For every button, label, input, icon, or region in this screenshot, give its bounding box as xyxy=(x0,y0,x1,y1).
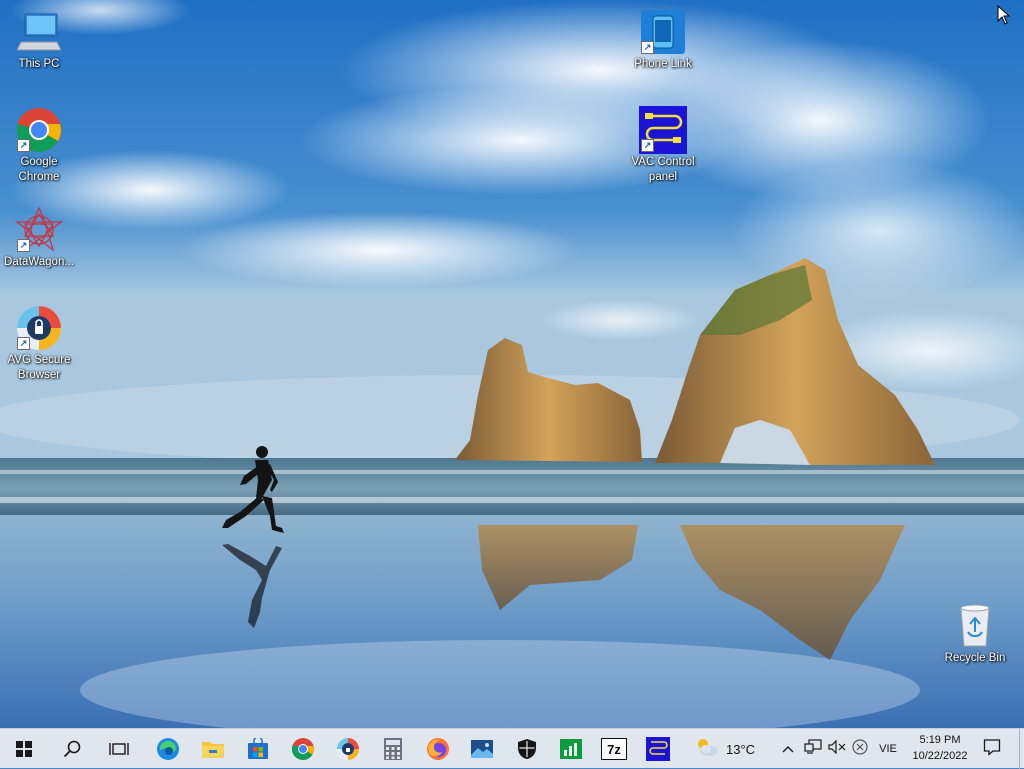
notification-status-button[interactable] xyxy=(849,729,871,769)
taskbar-firefox[interactable] xyxy=(416,729,460,769)
photos-icon xyxy=(470,739,494,759)
clock-time: 5:19 PM xyxy=(919,734,961,746)
chrome-icon: ↗ xyxy=(15,106,63,154)
partly-cloudy-icon xyxy=(694,736,720,763)
file-explorer-icon xyxy=(201,738,225,760)
desktop-icon-label: AVG Secure Browser xyxy=(7,354,71,381)
recycle-bin-icon xyxy=(951,602,999,650)
desktop-icon-vac-control-panel[interactable]: ↗ VAC Control panel xyxy=(624,106,702,185)
7zip-icon: 7z xyxy=(601,738,627,760)
action-center-button[interactable] xyxy=(980,729,1004,769)
microsoft-store-icon xyxy=(247,738,269,760)
clock[interactable]: 5:19 PM 10/22/2022 xyxy=(902,732,978,764)
datawagon-icon: ↗ xyxy=(15,206,63,254)
phone-link-icon: ↗ xyxy=(639,8,687,56)
search-button[interactable] xyxy=(50,729,94,769)
mouse-pointer-icon xyxy=(997,4,1011,30)
calculator-icon xyxy=(383,737,403,761)
taskbar: 7z 13°C VIE 5:19 PM 10/22/2022 xyxy=(0,728,1024,769)
taskbar-calculator[interactable] xyxy=(371,729,415,769)
shortcut-arrow-icon: ↗ xyxy=(17,139,30,152)
desktop-icon-phone-link[interactable]: ↗ Phone Link xyxy=(624,8,702,72)
network-ethernet-icon xyxy=(804,738,822,760)
volume-button[interactable] xyxy=(826,729,848,769)
security-shield-icon xyxy=(517,738,537,760)
task-view-button[interactable] xyxy=(97,729,141,769)
taskbar-avg-secure-browser[interactable] xyxy=(326,729,370,769)
desktop-icon-label: Phone Link xyxy=(634,58,692,70)
network-status-button[interactable] xyxy=(801,729,825,769)
desktop-wallpaper xyxy=(0,0,1024,728)
start-button[interactable] xyxy=(2,729,46,769)
chevron-up-icon xyxy=(782,740,794,758)
desktop-icon-recycle-bin[interactable]: Recycle Bin xyxy=(936,602,1014,666)
clock-date: 10/22/2022 xyxy=(912,750,968,762)
taskbar-chrome[interactable] xyxy=(281,729,325,769)
circle-x-icon xyxy=(852,738,868,760)
start-windows-icon xyxy=(16,741,32,757)
avg-secure-browser-icon xyxy=(336,737,360,761)
desktop-icon-label: DataWagon... xyxy=(4,256,74,268)
taskbar-photos[interactable] xyxy=(460,729,504,769)
chrome-icon xyxy=(291,737,315,761)
desktop-icon-label: This PC xyxy=(18,58,60,70)
desktop-icon-label: Recycle Bin xyxy=(944,652,1006,664)
vac-control-icon xyxy=(646,737,670,761)
weather-widget[interactable]: 13°C xyxy=(694,729,755,769)
desktop-icon-avg-secure-browser[interactable]: ↗ AVG Secure Browser xyxy=(0,304,78,383)
vac-control-icon: ↗ xyxy=(639,106,687,154)
taskbar-task-manager[interactable] xyxy=(549,729,593,769)
taskbar-windows-security[interactable] xyxy=(505,729,549,769)
desktop-icon-this-pc[interactable]: This PC xyxy=(0,8,78,72)
this-pc-icon xyxy=(15,8,63,56)
shortcut-arrow-icon: ↗ xyxy=(17,337,30,350)
task-view-icon xyxy=(109,741,129,757)
shortcut-arrow-icon: ↗ xyxy=(17,239,30,252)
svg-text:7z: 7z xyxy=(607,742,621,757)
desktop-icon-datawagon[interactable]: ↗ DataWagon... xyxy=(0,206,78,270)
taskbar-edge[interactable] xyxy=(146,729,190,769)
shortcut-arrow-icon: ↗ xyxy=(641,139,654,152)
weather-temperature: 13°C xyxy=(726,741,756,757)
show-desktop-button[interactable] xyxy=(1019,729,1024,769)
edge-icon xyxy=(156,737,180,761)
input-language-button[interactable]: VIE xyxy=(873,729,903,769)
firefox-icon xyxy=(426,737,450,761)
taskbar-microsoft-store[interactable] xyxy=(236,729,280,769)
desktop-icon-google-chrome[interactable]: ↗ Google Chrome xyxy=(0,106,78,185)
desktop-icon-label: Google Chrome xyxy=(18,156,60,183)
taskbar-7zip[interactable]: 7z xyxy=(592,729,636,769)
volume-muted-icon xyxy=(828,739,846,759)
show-hidden-icons-button[interactable] xyxy=(780,729,796,769)
desktop-icon-label: VAC Control panel xyxy=(631,156,695,183)
search-icon xyxy=(63,740,81,758)
taskbar-file-explorer[interactable] xyxy=(191,729,235,769)
notification-icon xyxy=(983,738,1001,761)
language-indicator: VIE xyxy=(879,743,897,755)
avg-secure-browser-icon: ↗ xyxy=(15,304,63,352)
shortcut-arrow-icon: ↗ xyxy=(641,41,654,54)
taskbar-vac-control-panel[interactable] xyxy=(636,729,680,769)
task-manager-icon xyxy=(560,739,582,759)
